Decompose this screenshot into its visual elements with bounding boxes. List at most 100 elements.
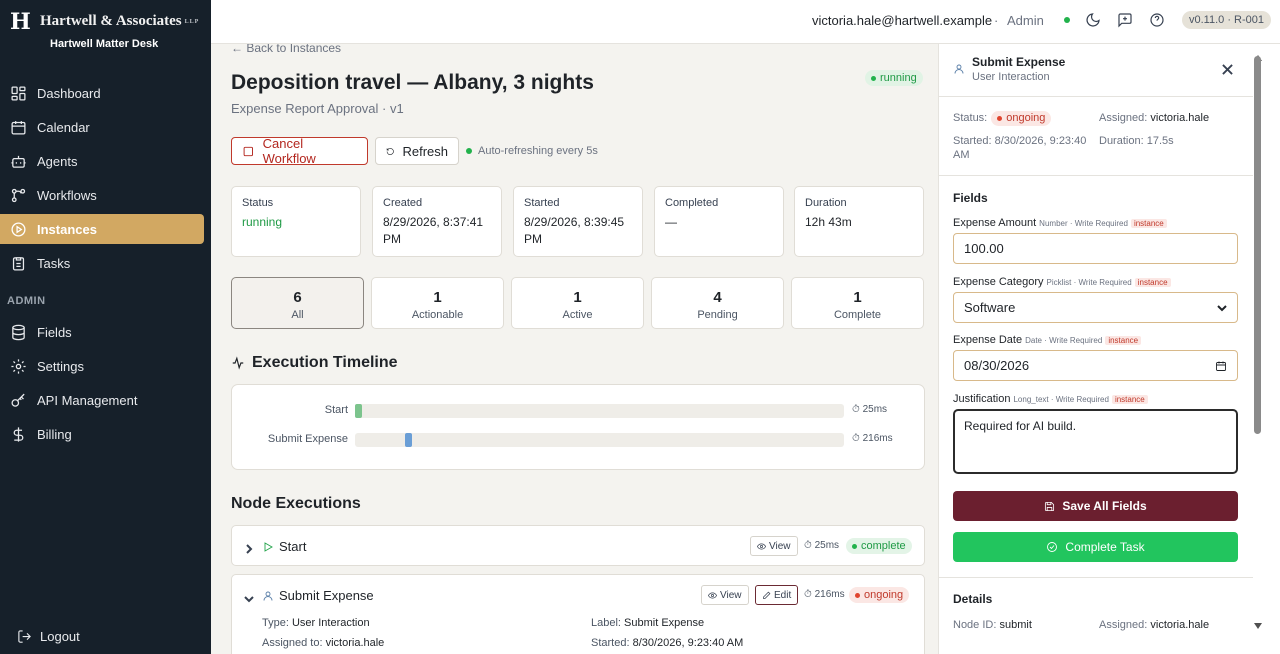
scrollbar-thumb[interactable] <box>1254 56 1261 434</box>
sidebar-item-fields[interactable]: Fields <box>0 317 204 347</box>
bot-icon <box>11 155 26 168</box>
triangle-down-icon <box>1254 623 1262 629</box>
date-value: 08/30/2026 <box>964 358 1030 373</box>
close-panel-button[interactable] <box>1222 62 1233 80</box>
message-plus-icon <box>1118 13 1132 28</box>
database-icon <box>12 324 25 340</box>
edit-node-button[interactable]: Edit <box>755 585 799 605</box>
clipboard-icon <box>12 256 25 271</box>
filter-all[interactable]: 6 All <box>231 277 364 329</box>
key-icon <box>11 393 25 407</box>
refresh-button[interactable]: Refresh <box>375 137 459 165</box>
node-row-start[interactable]: Start View ⏱ 25ms complete <box>231 525 925 566</box>
scroll-up-arrow[interactable] <box>1254 48 1262 61</box>
help-button[interactable] <box>1149 12 1167 30</box>
filter-count: 4 <box>713 289 722 306</box>
stat-value: 8/29/2026, 8:37:41 PM <box>383 215 484 246</box>
timeline-heading-label: Execution Timeline <box>252 354 398 371</box>
eye-icon <box>757 542 766 550</box>
complete-label: Complete Task <box>1065 540 1145 554</box>
sidebar-item-dashboard[interactable]: Dashboard <box>0 78 204 108</box>
view-node-button[interactable]: View <box>750 536 798 556</box>
expand-toggle[interactable] <box>244 541 254 554</box>
scroll-down-arrow[interactable] <box>1254 616 1262 629</box>
separator: · <box>994 13 999 28</box>
stat-started: Started 8/29/2026, 8:39:45 PM <box>513 186 643 257</box>
sidebar-item-label: Fields <box>37 324 72 340</box>
chevron-down-icon <box>244 596 254 603</box>
expense-date-input[interactable]: 08/30/2026 <box>953 350 1238 381</box>
instance-detail: ← Back to Instances Deposition travel — … <box>211 44 938 654</box>
sidebar-item-api-management[interactable]: API Management <box>0 385 204 415</box>
node-type-icon <box>262 589 275 602</box>
logout-button[interactable]: Logout <box>17 629 80 644</box>
brand-logo: H <box>10 9 31 35</box>
panel-duration: Duration: 17.5s <box>1099 135 1174 147</box>
filter-pending[interactable]: 4 Pending <box>651 277 784 329</box>
panel-title: Submit Expense <box>972 55 1066 69</box>
timeline-bar <box>405 433 412 447</box>
timeline-label: Submit Expense <box>267 433 348 445</box>
sidebar-item-calendar[interactable]: Calendar <box>0 112 204 142</box>
panel-node-icon <box>953 62 965 80</box>
sidebar-item-label: API Management <box>37 392 138 408</box>
panel-header: Submit Expense User Interaction <box>939 44 1253 97</box>
firm-suffix: LLP <box>184 18 200 25</box>
version-badge: v0.11.0 · R-001 <box>1182 11 1272 29</box>
expense-category-select[interactable]: Software <box>953 292 1238 323</box>
task-panel: Submit Expense User Interaction Status: o… <box>938 44 1253 654</box>
brand: H Hartwell & Associates LLP Hartwell Matt… <box>0 0 211 50</box>
complete-task-button[interactable]: Complete Task <box>953 532 1238 562</box>
sidebar-item-label: Tasks <box>37 255 71 271</box>
stat-label: Status <box>242 197 274 209</box>
node-assigned-to: Assigned to: victoria.hale <box>262 637 385 649</box>
view-label: View <box>720 589 742 601</box>
timeline-bar <box>355 404 362 418</box>
activity-icon <box>232 356 244 370</box>
filter-label: Pending <box>697 309 738 321</box>
timeline-track <box>355 433 844 447</box>
view-node-button[interactable]: View <box>701 585 749 605</box>
justification-textarea[interactable]: Required for AI build. <box>953 409 1238 474</box>
sidebar: H Hartwell & Associates LLP Hartwell Matt… <box>0 0 211 654</box>
eye-icon <box>708 591 717 599</box>
stat-value: 12h 43m <box>805 215 852 229</box>
play-outline-icon <box>264 542 273 552</box>
firm-name: Hartwell & Associates LLP <box>40 13 200 29</box>
back-to-instances-link[interactable]: ← Back to Instances <box>231 44 341 55</box>
sidebar-item-settings[interactable]: Settings <box>0 351 204 381</box>
page-subtitle: Expense Report Approval · v1 <box>231 101 404 116</box>
details-heading: Details <box>953 592 993 606</box>
user-icon <box>954 64 964 74</box>
expense-amount-input[interactable] <box>953 233 1238 264</box>
collapse-toggle[interactable] <box>244 591 254 603</box>
user-role: Admin <box>1007 13 1044 28</box>
cancel-workflow-button[interactable]: Cancel Workflow <box>231 136 368 166</box>
stat-completed: Completed — <box>654 186 784 257</box>
calendar-icon <box>11 120 26 135</box>
close-icon <box>1222 64 1233 75</box>
chevron-right-icon <box>246 544 253 554</box>
calendar-icon[interactable] <box>1215 360 1227 372</box>
filter-active[interactable]: 1 Active <box>511 277 644 329</box>
save-all-fields-button[interactable]: Save All Fields <box>953 491 1238 521</box>
filter-actionable[interactable]: 1 Actionable <box>371 277 504 329</box>
online-status-dot <box>1064 17 1070 23</box>
cancel-workflow-label: Cancel Workflow <box>262 136 316 166</box>
desk-name: Hartwell Matter Desk <box>50 38 159 50</box>
stat-duration: Duration 12h 43m <box>794 186 924 257</box>
node-label: Label: Submit Expense <box>591 617 705 629</box>
theme-toggle-button[interactable] <box>1085 12 1103 30</box>
sidebar-item-tasks[interactable]: Tasks <box>0 248 204 278</box>
stat-label: Started <box>524 197 560 209</box>
sidebar-item-agents[interactable]: Agents <box>0 146 204 176</box>
node-row-submit-expense[interactable]: Submit Expense View Edit ⏱ 216ms ongoing… <box>231 574 925 654</box>
edit-label: Edit <box>774 589 792 601</box>
sidebar-item-instances[interactable]: Instances <box>0 214 204 244</box>
filter-complete[interactable]: 1 Complete <box>791 277 924 329</box>
sidebar-item-workflows[interactable]: Workflows <box>0 180 204 210</box>
user-icon <box>263 591 273 601</box>
sidebar-item-label: Instances <box>37 221 97 237</box>
sidebar-item-billing[interactable]: Billing <box>0 419 204 449</box>
feedback-button[interactable] <box>1117 12 1135 30</box>
